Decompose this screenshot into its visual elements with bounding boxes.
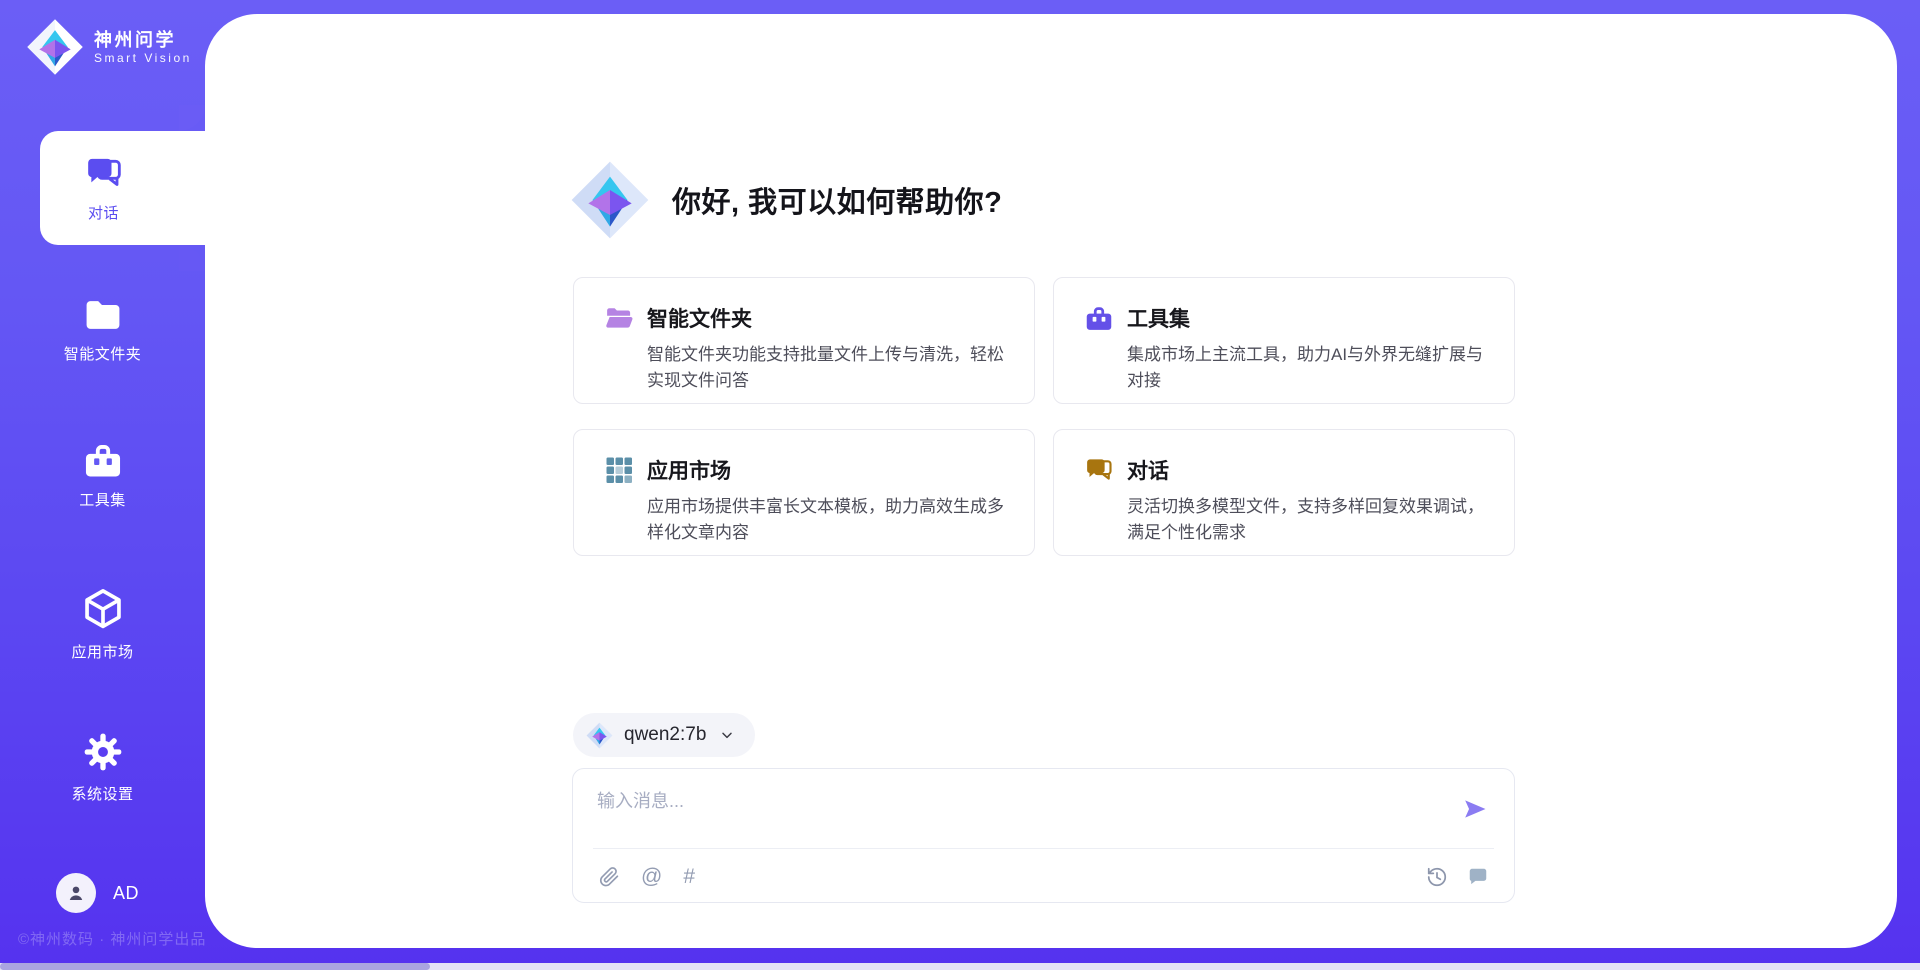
card-title: 工具集 xyxy=(1127,303,1486,333)
assistant-diamond-icon xyxy=(570,160,650,240)
sidebar-item-settings[interactable]: 系统设置 xyxy=(0,730,205,804)
toolbox-icon xyxy=(1084,303,1114,333)
brand-diamond-icon xyxy=(26,18,84,76)
card-title: 应用市场 xyxy=(647,455,1006,485)
card-title: 对话 xyxy=(1127,455,1486,485)
greeting-header: 你好, 我可以如何帮助你? xyxy=(570,160,1002,240)
gear-icon xyxy=(81,730,125,774)
toolbox-icon xyxy=(82,440,124,480)
chat-bubble-icon[interactable] xyxy=(1467,866,1489,888)
chat-bubbles-icon xyxy=(84,153,124,193)
folder-icon xyxy=(82,296,124,334)
chevron-down-icon xyxy=(719,727,735,743)
scrollbar-thumb[interactable] xyxy=(0,963,430,970)
sidebar-item-label: 智能文件夹 xyxy=(64,343,142,364)
card-description: 应用市场提供丰富长文本模板，助力高效生成多样化文章内容 xyxy=(647,494,1019,547)
folder-open-icon xyxy=(604,303,634,333)
card-smart-folder[interactable]: 智能文件夹 智能文件夹功能支持批量文件上传与清洗，轻松实现文件问答 xyxy=(573,277,1035,404)
composer-divider xyxy=(593,848,1494,849)
sidebar-item-label: 对话 xyxy=(88,202,119,223)
topic-icon[interactable]: # xyxy=(683,866,695,888)
avatar xyxy=(56,873,96,913)
sidebar-item-label: 系统设置 xyxy=(71,783,133,804)
send-icon[interactable] xyxy=(1461,795,1489,823)
sidebar-item-smart-folder[interactable]: 智能文件夹 xyxy=(0,296,205,364)
person-icon xyxy=(65,882,87,904)
paperclip-icon[interactable] xyxy=(598,866,620,888)
brand-logo: 神州问学 Smart Vision xyxy=(26,18,192,76)
message-input[interactable] xyxy=(597,781,1457,821)
greeting-text: 你好, 我可以如何帮助你? xyxy=(672,179,1002,221)
card-title: 智能文件夹 xyxy=(647,303,1006,333)
message-composer: @ # xyxy=(572,768,1515,903)
card-description: 集成市场上主流工具，助力AI与外界无缝扩展与对接 xyxy=(1127,342,1499,395)
mention-icon[interactable]: @ xyxy=(641,866,662,888)
chat-bubbles-icon xyxy=(1084,455,1114,485)
sidebar-item-label: 应用市场 xyxy=(71,641,133,662)
brand-subtitle: Smart Vision xyxy=(94,51,192,65)
copyright-footer: ©神州数码 · 神州问学出品 xyxy=(18,928,206,949)
sidebar-item-label: 工具集 xyxy=(79,489,126,510)
sidebar-item-app-market[interactable]: 应用市场 xyxy=(0,586,205,662)
cube-icon xyxy=(81,586,125,632)
card-description: 灵活切换多模型文件，支持多样回复效果调试，满足个性化需求 xyxy=(1127,494,1499,547)
brand-name: 神州问学 xyxy=(94,29,192,52)
model-selector[interactable]: qwen2:7b xyxy=(573,713,755,757)
feature-cards: 智能文件夹 智能文件夹功能支持批量文件上传与清洗，轻松实现文件问答 工具集 集成… xyxy=(573,277,1515,556)
card-description: 智能文件夹功能支持批量文件上传与清洗，轻松实现文件问答 xyxy=(647,342,1019,395)
card-chat[interactable]: 对话 灵活切换多模型文件，支持多样回复效果调试，满足个性化需求 xyxy=(1053,429,1515,556)
model-diamond-icon xyxy=(586,722,613,749)
app-grid-icon xyxy=(604,455,634,485)
user-account[interactable]: AD xyxy=(56,873,139,913)
card-toolset[interactable]: 工具集 集成市场上主流工具，助力AI与外界无缝扩展与对接 xyxy=(1053,277,1515,404)
card-app-market[interactable]: 应用市场 应用市场提供丰富长文本模板，助力高效生成多样化文章内容 xyxy=(573,429,1035,556)
sidebar-item-chat-active[interactable]: 对话 xyxy=(40,131,205,245)
model-name: qwen2:7b xyxy=(624,724,706,746)
history-icon[interactable] xyxy=(1426,866,1448,888)
horizontal-scrollbar[interactable] xyxy=(0,963,1920,970)
sidebar-item-toolset[interactable]: 工具集 xyxy=(0,440,205,510)
user-initials: AD xyxy=(113,883,139,904)
